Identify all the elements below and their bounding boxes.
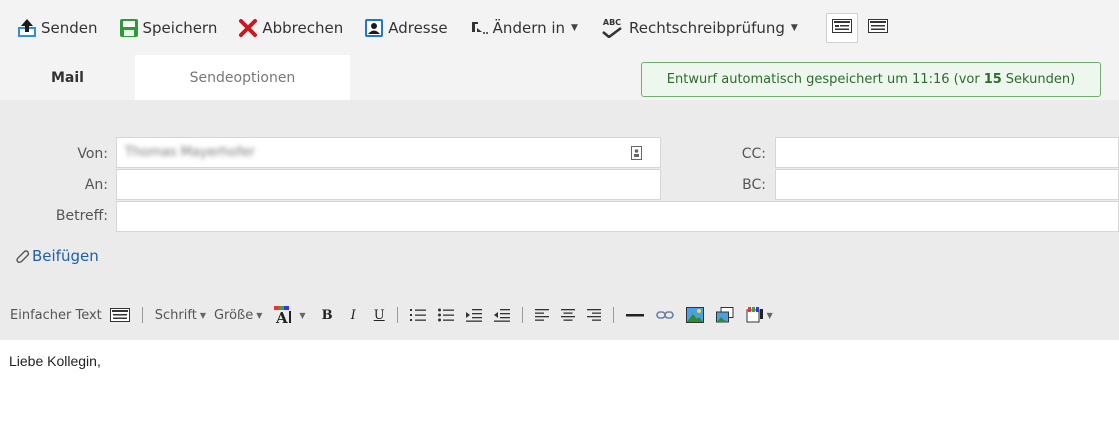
subject-field[interactable] xyxy=(116,201,1119,232)
save-icon xyxy=(118,17,140,39)
plain-text-button[interactable]: Einfacher Text xyxy=(10,308,130,323)
svg-text:A: A xyxy=(275,309,288,324)
view-text-button[interactable] xyxy=(862,13,894,43)
to-field[interactable] xyxy=(116,169,661,200)
address-button[interactable]: Adresse xyxy=(357,13,453,43)
autosave-suffix: Sekunden) xyxy=(1005,72,1076,87)
image-gallery-icon[interactable] xyxy=(715,307,734,323)
subject-label: Betreff: xyxy=(55,208,108,224)
spellcheck-icon: ABC xyxy=(598,17,626,39)
autosave-notice: Entwurf automatisch gespeichert um 11:16… xyxy=(641,62,1101,97)
view-html-icon xyxy=(831,18,852,37)
change-format-dropdown[interactable]: Ändern in ▼ xyxy=(462,13,584,43)
send-button[interactable]: Senden xyxy=(10,13,104,43)
send-icon xyxy=(16,17,38,39)
message-header: Von: Thomas Mayerhofer CC: An: BC: Betre… xyxy=(0,100,1119,290)
image-icon[interactable] xyxy=(685,307,704,323)
toolbar-separator xyxy=(141,307,143,323)
save-label: Speichern xyxy=(142,18,218,37)
italic-button[interactable]: I xyxy=(351,308,356,323)
chevron-down-icon: ▼ xyxy=(571,22,578,33)
special-insert-icon xyxy=(746,307,764,323)
font-dropdown[interactable]: Schrift ▼ xyxy=(155,308,206,323)
chevron-down-icon: ▼ xyxy=(790,22,798,33)
contact-card-icon[interactable] xyxy=(631,146,642,164)
bc-label: BC: xyxy=(742,177,766,193)
cc-label: CC: xyxy=(741,146,766,162)
to-label: An: xyxy=(84,177,108,193)
indent-icon[interactable] xyxy=(465,308,482,322)
autosave-prefix: Entwurf automatisch gespeichert um 11:16… xyxy=(666,72,980,87)
spellcheck-dropdown[interactable]: ABC Rechtschreibprüfung ▼ xyxy=(592,13,804,43)
chevron-down-icon: ▼ xyxy=(256,310,263,320)
view-html-button[interactable] xyxy=(825,12,858,43)
bold-button[interactable]: B xyxy=(322,308,333,323)
toolbar-separator xyxy=(612,307,614,323)
toolbar-separator xyxy=(521,307,523,323)
save-button[interactable]: Speichern xyxy=(112,13,224,43)
spellcheck-label: Rechtschreibprüfung xyxy=(628,18,785,37)
align-right-icon[interactable] xyxy=(586,308,601,322)
special-insert-button[interactable]: ▼ xyxy=(746,307,773,323)
address-label: Adresse xyxy=(388,18,448,37)
compose-toolbar: Senden Speichern Abbrechen Adresse Änder… xyxy=(0,0,1119,55)
numbered-list-icon[interactable] xyxy=(409,308,426,322)
cc-field[interactable] xyxy=(775,137,1119,168)
plain-text-label: Einfacher Text xyxy=(10,307,102,323)
from-field[interactable]: Thomas Mayerhofer xyxy=(116,137,661,168)
autosave-seconds: 15 xyxy=(983,72,1002,87)
tab-send-options[interactable]: Sendeoptionen xyxy=(135,55,350,100)
chevron-down-icon: ▼ xyxy=(766,310,773,320)
from-value: Thomas Mayerhofer xyxy=(125,145,255,160)
underline-button[interactable]: U xyxy=(374,308,385,323)
message-body-editor[interactable]: Liebe Kollegin, xyxy=(0,340,1119,444)
paperclip-icon xyxy=(14,248,30,264)
cancel-label: Abbrechen xyxy=(262,18,344,37)
bullet-list-icon[interactable] xyxy=(437,308,454,322)
font-label: Schrift xyxy=(154,307,197,323)
align-left-icon[interactable] xyxy=(534,308,549,322)
size-dropdown[interactable]: Größe ▼ xyxy=(214,308,262,323)
close-icon xyxy=(237,17,259,39)
change-format-label: Ändern in xyxy=(492,18,566,37)
editor-toolbar: Einfacher Text Schrift ▼ Größe ▼ A ▼ B I… xyxy=(0,290,1119,340)
link-icon[interactable] xyxy=(655,309,674,321)
spellcheck-badge: ABC xyxy=(602,17,622,27)
change-format-icon xyxy=(468,17,490,39)
body-text: Liebe Kollegin, xyxy=(9,353,101,369)
outdent-icon[interactable] xyxy=(493,308,510,322)
tab-mail[interactable]: Mail xyxy=(0,55,135,100)
align-center-icon[interactable] xyxy=(560,308,575,322)
chevron-down-icon: ▼ xyxy=(199,310,206,320)
bc-field[interactable] xyxy=(775,169,1119,200)
attach-link[interactable]: Beifügen xyxy=(14,247,99,265)
send-label: Senden xyxy=(41,18,98,37)
chevron-down-icon: ▼ xyxy=(299,310,306,320)
toolbar-separator xyxy=(396,307,398,323)
text-color-button[interactable]: A ▼ xyxy=(274,306,306,324)
from-label: Von: xyxy=(77,146,108,162)
size-label: Größe xyxy=(213,307,254,323)
text-color-icon: A xyxy=(274,306,296,324)
view-text-icon xyxy=(867,18,888,37)
horizontal-rule-icon[interactable] xyxy=(625,308,644,322)
attach-label: Beifügen xyxy=(32,247,99,265)
plain-text-icon xyxy=(109,308,130,322)
cancel-button[interactable]: Abbrechen xyxy=(231,13,349,43)
address-book-icon xyxy=(363,17,385,39)
